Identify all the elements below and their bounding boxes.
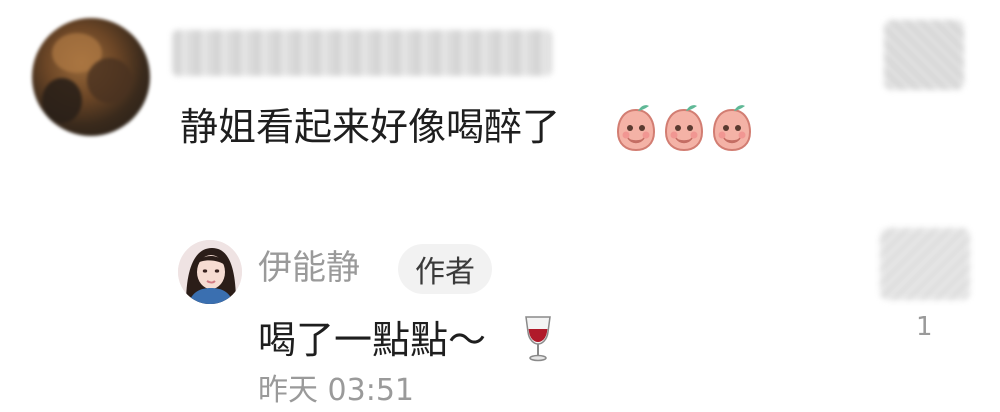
reply-text: 喝了一點點～	[258, 318, 487, 362]
comment-text: 静姐看起来好像喝醉了	[180, 105, 561, 149]
commenter-username-blurred[interactable]	[172, 30, 552, 76]
reply-like-count: 1	[916, 312, 933, 342]
peach-face-emoji-icon	[664, 105, 704, 152]
wine-glass-icon	[525, 316, 551, 362]
reply-username[interactable]: 伊能静	[258, 246, 360, 290]
reply-avatar[interactable]	[178, 240, 242, 304]
peach-face-emoji-icon	[616, 105, 656, 152]
author-badge: 作者	[398, 244, 492, 294]
reply-timestamp: 昨天 03:51	[258, 373, 414, 408]
comment-emoji-row	[614, 102, 754, 152]
peach-face-emoji-icon	[712, 105, 752, 152]
reply-like-button-blurred[interactable]	[880, 228, 970, 300]
commenter-avatar[interactable]	[32, 18, 150, 136]
comment-like-button-blurred[interactable]	[884, 20, 964, 90]
avatar-portrait-icon	[178, 240, 242, 304]
